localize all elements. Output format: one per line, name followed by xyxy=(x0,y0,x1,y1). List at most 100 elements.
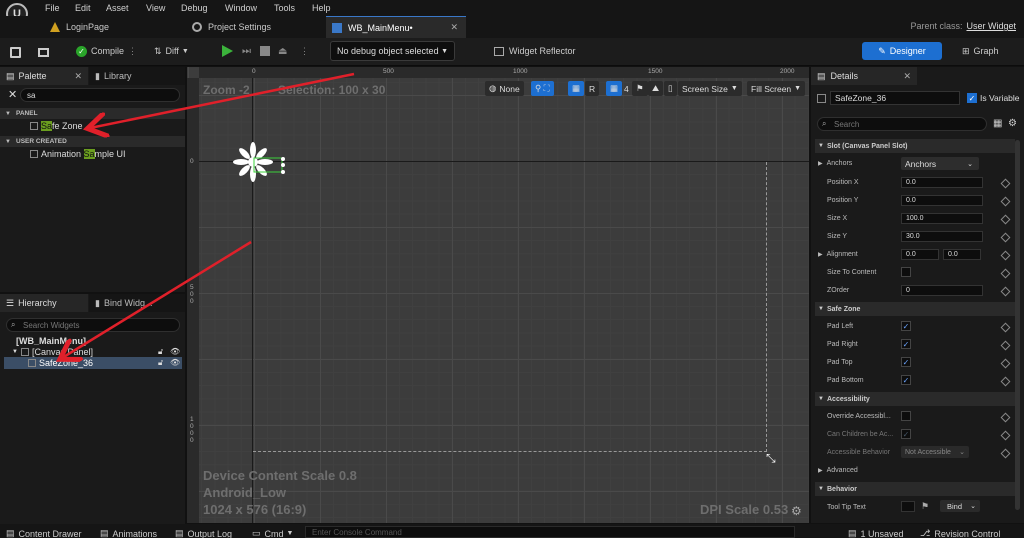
browse-icon[interactable] xyxy=(38,44,49,60)
palette-item-safe-zone[interactable]: Sa fe Zone xyxy=(30,121,83,131)
menu-asset[interactable]: Asset xyxy=(106,3,129,13)
section-slot[interactable]: ▼ Slot (Canvas Panel Slot) xyxy=(815,139,1015,153)
close-icon[interactable]: ✕ xyxy=(903,71,911,82)
resize-handle[interactable] xyxy=(281,170,285,174)
flag-toggle[interactable]: ⚑ xyxy=(632,81,648,96)
tab-palette[interactable]: ▤ Palette ✕ xyxy=(0,67,88,85)
tab-hierarchy[interactable]: ☰ Hierarchy xyxy=(0,294,88,312)
menu-help[interactable]: Help xyxy=(312,3,331,13)
menu-view[interactable]: View xyxy=(146,3,165,13)
clear-search-icon[interactable]: ✕ xyxy=(8,88,17,101)
tab-library[interactable]: ▮ Library xyxy=(89,67,185,85)
eye-icon[interactable]: 👁︎ xyxy=(170,347,180,356)
size-to-content-checkbox[interactable] xyxy=(901,267,911,277)
lock-icon[interactable]: 🔓︎ xyxy=(158,358,163,368)
section-behavior[interactable]: ▼ Behavior xyxy=(815,482,1015,496)
menu-debug[interactable]: Debug xyxy=(181,3,208,13)
image-toggle[interactable]: ⛰ xyxy=(648,81,664,96)
animations-button[interactable]: ▤ Animations xyxy=(100,528,157,538)
tree-root[interactable]: [WB_MainMenu] xyxy=(16,336,86,346)
anchors-row[interactable]: ▶ Anchors xyxy=(818,160,852,167)
play-button[interactable] xyxy=(222,43,233,59)
bind-select[interactable]: Bind ⌄ xyxy=(940,500,980,512)
close-icon[interactable]: ✕ xyxy=(74,71,82,82)
position-y-input[interactable]: 0.0 xyxy=(901,195,983,206)
designer-button[interactable]: ✎ Designer xyxy=(862,42,942,60)
anchors-select[interactable]: Anchors ⌄ xyxy=(901,157,979,170)
unsaved-button[interactable]: ▤ 1 Unsaved xyxy=(848,528,904,538)
pad-left-checkbox[interactable]: ✓ xyxy=(901,321,911,331)
zorder-input[interactable]: 0 xyxy=(901,285,983,296)
lock-icon[interactable]: 🔓︎ xyxy=(158,347,163,357)
tab-details[interactable]: ▤ Details ✕ xyxy=(811,67,917,85)
gear-icon[interactable]: ⚙ xyxy=(791,504,802,518)
category-panel[interactable]: ▼ PANEL xyxy=(0,108,185,119)
resize-handle[interactable] xyxy=(281,163,285,167)
eject-button[interactable]: ⏏ xyxy=(278,43,287,59)
size-y-input[interactable]: 30.0 xyxy=(901,231,983,242)
alignment-y-input[interactable]: 0.0 xyxy=(943,249,981,260)
close-tab-icon[interactable]: ✕ xyxy=(450,22,458,33)
table-view-icon[interactable]: ▦ xyxy=(993,118,1002,129)
details-scrollbar[interactable] xyxy=(1015,140,1020,510)
details-search-input[interactable]: ⌕ Search xyxy=(817,117,987,131)
graph-button[interactable]: ⊞ Graph xyxy=(962,43,999,59)
section-accessibility[interactable]: ▼ Accessibility xyxy=(815,392,1015,406)
section-safe-zone[interactable]: ▼ Safe Zone xyxy=(815,302,1015,316)
save-icon[interactable] xyxy=(10,44,21,60)
fill-screen-select[interactable]: Fill Screen ▼ xyxy=(747,81,806,96)
compile-button[interactable]: ✓ Compile ⋮ xyxy=(76,43,137,59)
stop-button[interactable] xyxy=(260,43,270,59)
locale-preview-button[interactable]: ◍ None xyxy=(485,81,524,96)
output-log-button[interactable]: ▤ Output Log xyxy=(175,528,232,538)
grid-size[interactable]: 4 xyxy=(620,81,633,96)
menu-file[interactable]: File xyxy=(45,3,60,13)
cmd-button[interactable]: ▭ Cmd ▼ xyxy=(252,528,293,538)
screen-size-select[interactable]: Screen Size ▼ xyxy=(678,81,742,96)
advanced-row[interactable]: ▶ Advanced xyxy=(818,467,858,474)
console-input[interactable]: Enter Console Command xyxy=(305,526,795,538)
alignment-x-input[interactable]: 0.0 xyxy=(901,249,939,260)
palette-search-input[interactable]: sa xyxy=(20,88,180,102)
pad-right-checkbox[interactable]: ✓ xyxy=(901,339,911,349)
resize-handle[interactable] xyxy=(281,157,285,161)
pad-bottom-checkbox[interactable]: ✓ xyxy=(901,375,911,385)
tab-project-settings[interactable]: Project Settings xyxy=(186,16,324,38)
more-icon[interactable]: ⋮ xyxy=(128,46,137,57)
tab-loginpage[interactable]: LoginPage xyxy=(44,16,184,38)
hierarchy-search-input[interactable]: ⌕ Search Widgets xyxy=(6,318,180,332)
mobile-icon-button[interactable]: ▯ xyxy=(664,81,677,96)
skip-button[interactable]: ⏭ xyxy=(242,43,251,59)
settings-icon[interactable]: ⚙ xyxy=(1008,118,1017,129)
pad-top-checkbox[interactable]: ✓ xyxy=(901,357,911,367)
alignment-row[interactable]: ▶ Alignment xyxy=(818,251,858,258)
override-accessible-checkbox[interactable] xyxy=(901,411,911,421)
category-user-created[interactable]: ▼ USER CREATED xyxy=(0,136,185,147)
tab-bind-widgets[interactable]: ▮ Bind Widg... xyxy=(89,294,185,312)
content-drawer-button[interactable]: ▤ Content Drawer xyxy=(6,528,82,538)
menu-window[interactable]: Window xyxy=(225,3,257,13)
r-toggle[interactable]: R xyxy=(585,81,600,96)
debug-object-select[interactable]: No debug object selected ▼ xyxy=(330,41,455,61)
tab-wb-mainmenu[interactable]: WB_MainMenu• ✕ xyxy=(326,16,466,38)
widget-name-input[interactable]: SafeZone_36 xyxy=(830,91,960,105)
diff-button[interactable]: ⇅ Diff ▼ xyxy=(154,43,189,59)
flag-icon[interactable]: ⚑ xyxy=(921,501,929,512)
snap-toggle[interactable]: ⚲ ⛶ xyxy=(531,81,554,96)
anchor-gizmo[interactable] xyxy=(226,140,290,184)
menu-tools[interactable]: Tools xyxy=(274,3,295,13)
tree-canvas-panel[interactable]: ▼ [Canvas Panel] xyxy=(12,347,93,357)
layout-toggle[interactable]: ▦ xyxy=(568,81,585,96)
palette-item-animation-sample-ui[interactable]: Animation Sa mple UI xyxy=(30,149,126,159)
tree-safezone[interactable]: SafeZone_36 xyxy=(28,358,93,368)
revision-control-button[interactable]: ⎇ Revision Control xyxy=(920,528,1000,538)
accessible-behavior-select[interactable]: Not Accessible ⌄ xyxy=(901,446,969,458)
is-variable-checkbox[interactable]: ✓ xyxy=(967,93,977,103)
widget-reflector-button[interactable]: Widget Reflector xyxy=(494,43,576,59)
tooltip-input[interactable] xyxy=(901,501,915,512)
resize-handle-icon[interactable]: ⤡ xyxy=(766,451,776,466)
size-x-input[interactable]: 100.0 xyxy=(901,213,983,224)
play-options-icon[interactable]: ⋮ xyxy=(300,43,309,59)
parent-class-link[interactable]: User Widget xyxy=(966,21,1016,31)
position-x-input[interactable]: 0.0 xyxy=(901,177,983,188)
